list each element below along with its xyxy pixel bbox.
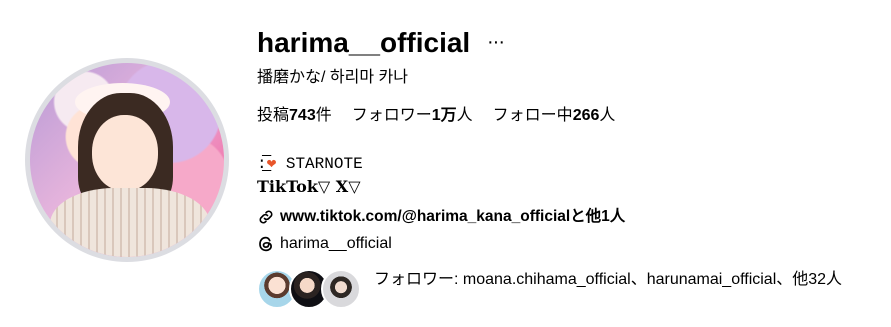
threads-icon bbox=[259, 236, 272, 252]
bio-link-text[interactable]: www.tiktok.com/@harima_kana_officialと他1人 bbox=[280, 207, 625, 227]
bio-emoticon: :̲̅ bbox=[257, 155, 267, 173]
link-icon bbox=[259, 210, 273, 224]
profile-avatar-ring[interactable] bbox=[25, 58, 229, 262]
followers-suffix: 人 bbox=[456, 107, 473, 124]
following-count: 266 bbox=[572, 107, 600, 124]
bio-line-2: TikTok▽ X▽ bbox=[257, 177, 361, 196]
threads-handle[interactable]: harima__official bbox=[280, 234, 392, 254]
followers-stat[interactable]: フォロワー1万人 bbox=[352, 106, 473, 126]
bio-line-1-text: STARNOTE bbox=[276, 155, 363, 173]
followed-by-text[interactable]: フォロワー: moana.chihama_official、harunamai_… bbox=[374, 269, 854, 291]
profile-full-name: 播磨かな/ 하리마 카나 bbox=[257, 69, 408, 86]
followers-label: フォロワー bbox=[351, 107, 432, 124]
follower-avatar[interactable] bbox=[321, 269, 361, 309]
followed-by-avatars[interactable] bbox=[257, 269, 367, 309]
following-stat[interactable]: フォロー中266人 bbox=[493, 106, 616, 126]
avatar-face bbox=[92, 115, 158, 191]
posts-stat: 投稿743件 bbox=[257, 106, 332, 126]
bio-link[interactable]: www.tiktok.com/@harima_kana_officialと他1人 bbox=[257, 207, 625, 227]
profile-stats: 投稿743件 フォロワー1万人 フォロー中266人 bbox=[257, 106, 615, 126]
posts-count: 743 bbox=[289, 107, 316, 124]
posts-label: 投稿 bbox=[257, 107, 290, 124]
heart-icon: ❤ bbox=[266, 155, 277, 173]
more-options-icon[interactable]: ··· bbox=[487, 28, 505, 56]
following-label: フォロー中 bbox=[492, 107, 573, 124]
profile-avatar[interactable] bbox=[30, 63, 224, 257]
posts-suffix: 件 bbox=[315, 107, 332, 124]
profile-username: harima__official bbox=[257, 27, 471, 58]
avatar-body bbox=[50, 188, 210, 257]
followers-count: 1万 bbox=[431, 107, 457, 124]
following-suffix: 人 bbox=[599, 107, 616, 124]
threads-badge[interactable]: harima__official bbox=[257, 234, 392, 254]
bio-line-1: :̲̅❤ STARNOTE bbox=[257, 154, 363, 174]
